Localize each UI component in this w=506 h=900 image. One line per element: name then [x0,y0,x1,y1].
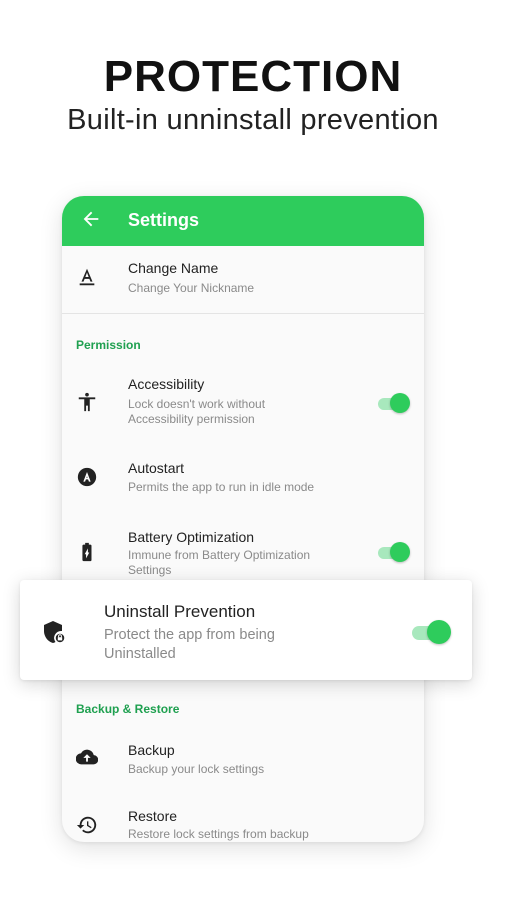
setting-subtitle: Backup your lock settings [128,762,265,776]
setting-subtitle: Change Your Nickname [128,281,255,295]
accessibility-toggle[interactable] [378,393,410,413]
arrow-left-icon[interactable] [80,208,102,230]
text-format-icon [79,268,95,286]
accessibility-icon [78,392,96,412]
setting-title: Uninstall Prevention [104,602,256,621]
battery-toggle[interactable] [378,542,410,562]
setting-subtitle: Lock doesn't work without Accessibility … [128,397,266,426]
page-title: Settings [128,210,200,230]
divider [62,313,424,314]
setting-restore[interactable]: Restore Restore lock settings from backu… [62,800,424,842]
setting-title: Change Name [128,260,219,276]
setting-title: Restore [128,808,178,824]
setting-subtitle: Restore lock settings from backup [128,827,309,841]
battery-icon [82,542,92,562]
promo-headline: PROTECTION [103,52,403,101]
shield-lock-icon [44,621,66,644]
autostart-icon [77,467,97,487]
section-permission: Permission [76,338,141,352]
setting-change-name[interactable]: Change Name Change Your Nickname [62,246,424,310]
setting-title: Accessibility [128,376,205,392]
section-backup-restore: Backup & Restore [76,702,180,716]
cloud-upload-icon [76,749,98,765]
setting-title: Backup [128,742,175,758]
setting-subtitle: Permits the app to run in idle mode [128,480,315,494]
setting-battery[interactable]: Battery Optimization Immune from Battery… [62,524,424,584]
setting-backup[interactable]: Backup Backup your lock settings [62,732,424,792]
setting-subtitle: Immune from Battery Optimization Setting… [128,548,311,577]
app-bar: Settings [62,196,424,246]
restore-icon [76,816,97,834]
uninstall-prevention-toggle[interactable] [412,620,452,644]
uninstall-prevention-card[interactable]: Uninstall Prevention Protect the app fro… [20,580,472,680]
phone-screen: Settings Change Name Change Your Nicknam… [62,196,424,842]
setting-title: Battery Optimization [128,529,255,545]
setting-subtitle: Protect the app from being Uninstalled [104,627,275,662]
setting-accessibility[interactable]: Accessibility Lock doesn't work without … [62,366,424,436]
promo-subline: Built-in unninstall prevention [67,104,439,136]
setting-autostart[interactable]: Autostart Permits the app to run in idle… [62,452,424,512]
setting-title: Autostart [128,460,185,476]
